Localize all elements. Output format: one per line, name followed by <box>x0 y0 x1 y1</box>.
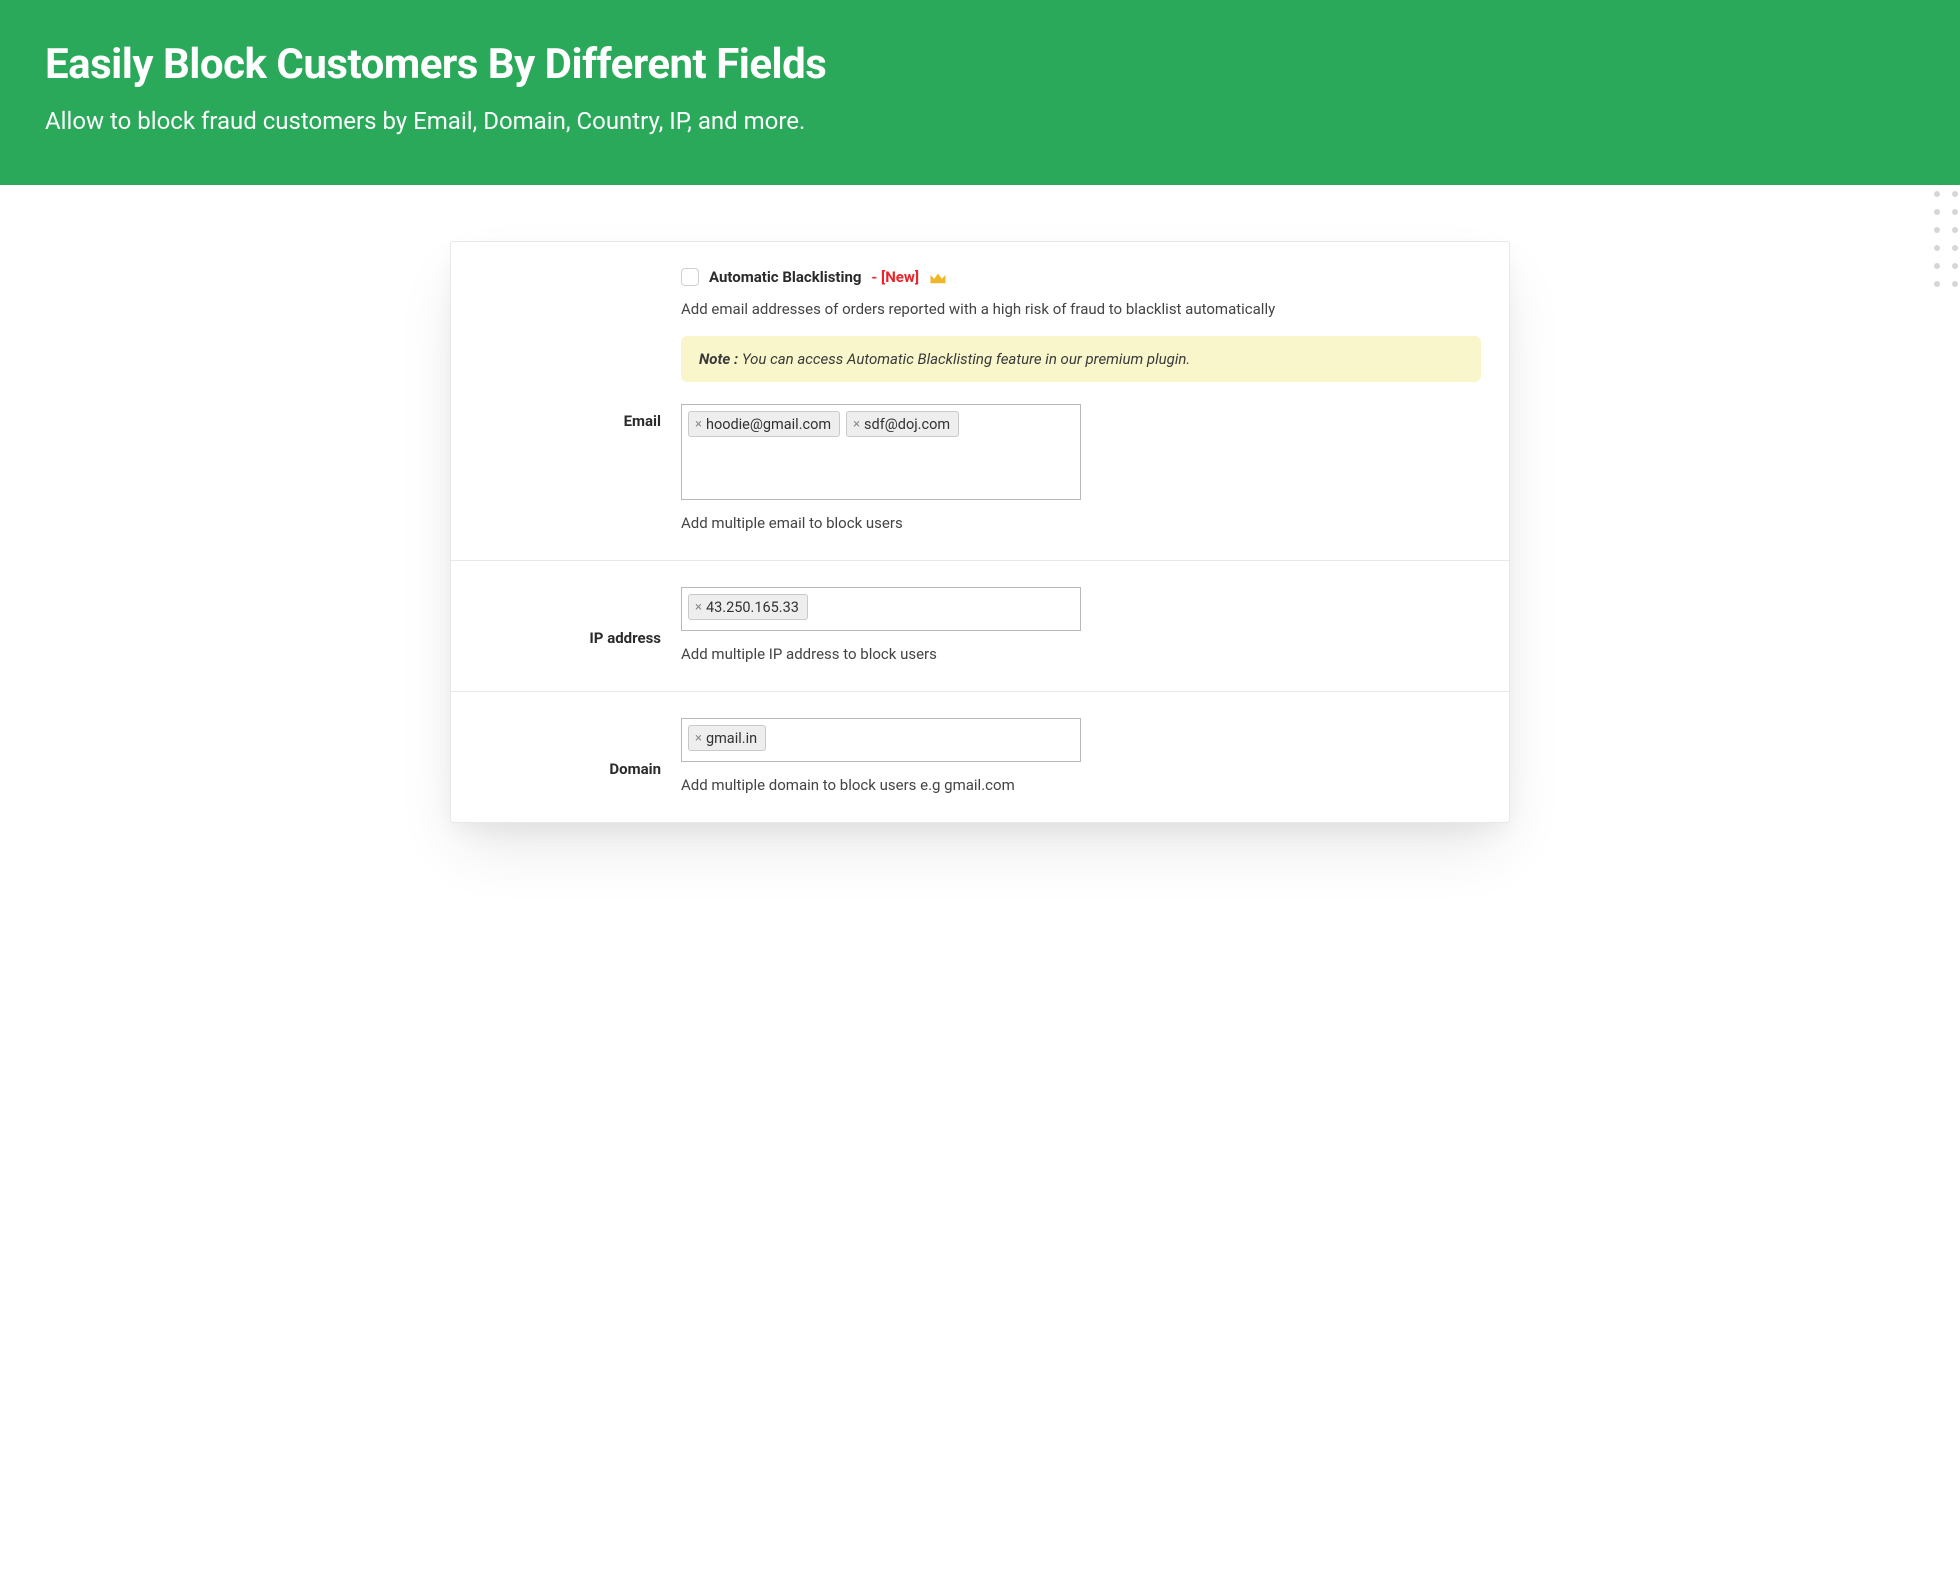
label-domain: Domain <box>451 718 681 794</box>
email-tag-value: hoodie@gmail.com <box>706 416 831 433</box>
ip-helper: Add multiple IP address to block users <box>681 645 1481 663</box>
label-email: Email <box>451 268 681 532</box>
note-label: Note : <box>699 350 738 368</box>
remove-tag-icon[interactable]: × <box>695 601 702 614</box>
email-tag[interactable]: × hoodie@gmail.com <box>688 411 840 437</box>
crown-icon <box>929 270 947 284</box>
hero-banner: Easily Block Customers By Different Fiel… <box>0 0 1960 185</box>
row-domain: Domain × gmail.in Add multiple domain to… <box>451 691 1509 822</box>
remove-tag-icon[interactable]: × <box>695 732 702 745</box>
content-stage: Email Automatic Blacklisting - [New] Add… <box>0 185 1960 883</box>
email-tag-input[interactable]: × hoodie@gmail.com × sdf@doj.com <box>681 404 1081 500</box>
domain-tag[interactable]: × gmail.in <box>688 725 766 751</box>
settings-panel: Email Automatic Blacklisting - [New] Add… <box>450 241 1510 823</box>
row-ip: IP address × 43.250.165.33 Add multiple … <box>451 560 1509 691</box>
remove-tag-icon[interactable]: × <box>695 418 702 431</box>
row-email: Email Automatic Blacklisting - [New] Add… <box>451 242 1509 560</box>
premium-note: Note : You can access Automatic Blacklis… <box>681 336 1481 382</box>
email-tag[interactable]: × sdf@doj.com <box>846 411 959 437</box>
decorative-dots <box>1934 185 1960 289</box>
auto-blacklist-description: Add email addresses of orders reported w… <box>681 300 1481 318</box>
new-badge: - [New] <box>871 268 919 286</box>
ip-tag[interactable]: × 43.250.165.33 <box>688 594 808 620</box>
auto-blacklist-checkbox[interactable] <box>681 268 699 286</box>
domain-helper: Add multiple domain to block users e.g g… <box>681 776 1481 794</box>
remove-tag-icon[interactable]: × <box>853 418 860 431</box>
email-helper: Add multiple email to block users <box>681 514 1481 532</box>
email-tag-value: sdf@doj.com <box>864 416 950 433</box>
ip-tag-value: 43.250.165.33 <box>706 599 799 616</box>
hero-title: Easily Block Customers By Different Fiel… <box>45 40 1915 89</box>
note-text: You can access Automatic Blacklisting fe… <box>738 350 1190 368</box>
label-ip: IP address <box>451 587 681 663</box>
auto-blacklist-label: Automatic Blacklisting <box>709 268 861 286</box>
hero-subtitle: Allow to block fraud customers by Email,… <box>45 107 1915 135</box>
domain-tag-input[interactable]: × gmail.in <box>681 718 1081 762</box>
auto-blacklist-option[interactable]: Automatic Blacklisting - [New] <box>681 268 1481 286</box>
domain-tag-value: gmail.in <box>706 730 757 747</box>
ip-tag-input[interactable]: × 43.250.165.33 <box>681 587 1081 631</box>
